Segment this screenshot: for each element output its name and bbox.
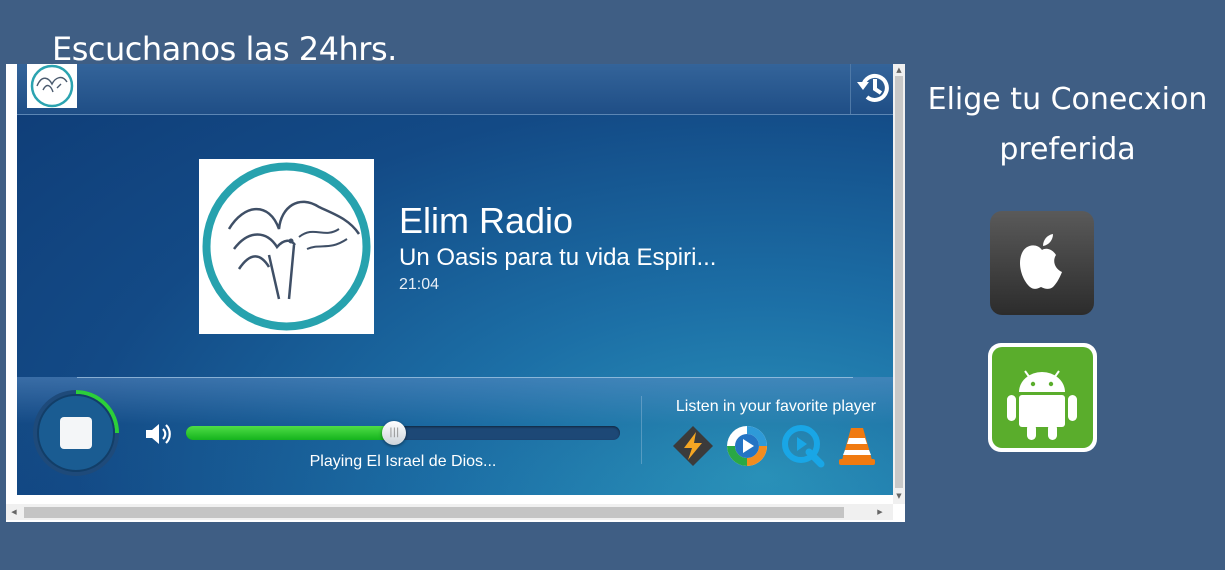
horizontal-scrollbar[interactable]: ◀ ▶	[6, 504, 893, 520]
station-name: Elim Radio	[399, 200, 574, 241]
playback-status: Playing El Israel de Dios...	[309, 453, 497, 470]
volume-fill	[186, 426, 395, 440]
favorite-player-label: Listen in your favorite player	[675, 398, 876, 415]
album-cover	[199, 159, 374, 334]
connection-title: Elige tu Conecxion preferida	[927, 82, 1208, 167]
vertical-scrollbar[interactable]: ▲ ▼	[893, 64, 905, 504]
vertical-scroll-thumb[interactable]	[895, 76, 903, 488]
volume-slider[interactable]: |||	[186, 421, 620, 445]
scroll-up-arrow[interactable]: ▲	[893, 64, 905, 76]
divider	[641, 396, 642, 464]
track-time: 21:04	[399, 276, 440, 293]
history-button[interactable]	[850, 64, 893, 114]
windows-media-player-icon[interactable]	[725, 424, 769, 468]
station-logo-small	[27, 64, 77, 108]
vlc-icon[interactable]	[835, 424, 879, 468]
history-icon	[857, 73, 889, 102]
winamp-icon[interactable]	[671, 424, 715, 468]
apple-connection-button[interactable]	[989, 210, 1095, 316]
scroll-right-arrow[interactable]: ▶	[874, 506, 886, 518]
player-iframe: Elim Radio Un Oasis para tu vida Espiri.…	[6, 64, 905, 522]
player-top-bar	[17, 64, 893, 115]
volume-button[interactable]	[144, 420, 174, 448]
scroll-down-arrow[interactable]: ▼	[893, 490, 905, 502]
horizontal-scroll-thumb[interactable]	[24, 507, 844, 518]
stop-button[interactable]	[31, 388, 121, 478]
radio-player: Elim Radio Un Oasis para tu vida Espiri.…	[17, 64, 893, 495]
stop-icon	[60, 417, 92, 449]
speaker-icon	[146, 424, 171, 444]
external-players	[669, 424, 879, 470]
scroll-left-arrow[interactable]: ◀	[8, 506, 20, 518]
android-connection-button[interactable]	[987, 342, 1098, 453]
page-heading: Escuchanos las 24hrs.	[52, 30, 397, 68]
track-title: Un Oasis para tu vida Espiri...	[399, 244, 717, 271]
quicktime-icon[interactable]	[781, 424, 825, 468]
